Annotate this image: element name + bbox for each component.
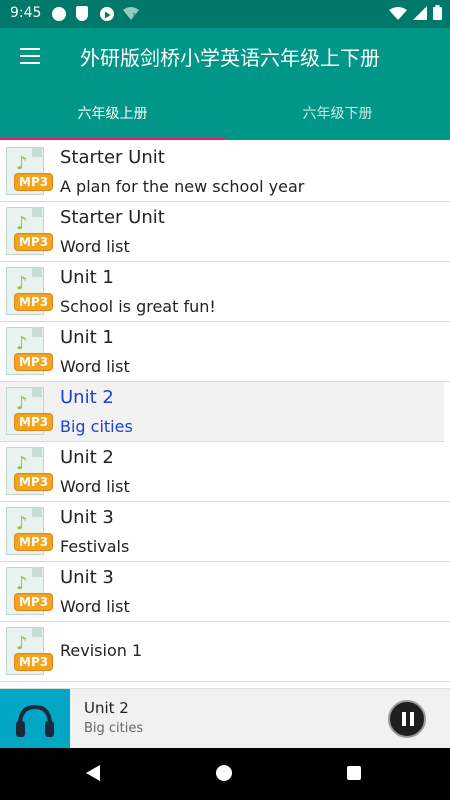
- recent-apps-icon[interactable]: [347, 766, 361, 780]
- menu-icon[interactable]: [20, 48, 40, 64]
- wifi-icon: [389, 6, 407, 20]
- player-track-subtitle: Big cities: [84, 721, 144, 736]
- item-title: Revision 1: [60, 641, 143, 660]
- cell-signal-icon: [413, 5, 427, 20]
- home-icon[interactable]: [216, 765, 232, 781]
- list-item[interactable]: ♪ MP3 Starter Unit A plan for the new sch…: [0, 142, 450, 202]
- mp3-file-icon: ♪ MP3: [4, 567, 56, 615]
- app-bar: 外研版剑桥小学英语六年级上下册: [0, 28, 450, 88]
- item-subtitle: Word list: [60, 237, 130, 256]
- item-title: Starter Unit: [60, 207, 165, 228]
- system-nav-bar: [0, 748, 450, 800]
- mp3-file-icon: ♪ MP3: [4, 267, 56, 315]
- list-item[interactable]: ♪ MP3 Unit 3 Festivals: [0, 502, 450, 562]
- player-track-title: Unit 2: [84, 699, 129, 717]
- status-bar: 9:45 ?: [0, 0, 450, 28]
- tab-grade6-vol2[interactable]: 六年级下册: [225, 88, 450, 140]
- play-notification-icon: [100, 7, 114, 21]
- back-icon[interactable]: [86, 765, 100, 781]
- list-item[interactable]: ♪ MP3 Unit 2 Word list: [0, 442, 450, 502]
- headphones-icon: [0, 689, 70, 749]
- item-title: Unit 3: [60, 507, 114, 528]
- mp3-file-icon: ♪ MP3: [4, 147, 56, 195]
- shield-icon: [76, 6, 88, 21]
- item-subtitle: Festivals: [60, 537, 130, 556]
- mp3-file-icon: ♪ MP3: [4, 627, 56, 675]
- item-subtitle: Word list: [60, 477, 130, 496]
- page-title: 外研版剑桥小学英语六年级上下册: [80, 46, 380, 70]
- item-subtitle: School is great fun!: [60, 297, 216, 316]
- item-title: Starter Unit: [60, 147, 165, 168]
- list-item[interactable]: ♪ MP3 Unit 1 School is great fun!: [0, 262, 450, 322]
- item-subtitle: A plan for the new school year: [60, 177, 305, 196]
- list-item[interactable]: ♪ MP3 Unit 1 Word list: [0, 322, 450, 382]
- list-item[interactable]: ♪ MP3 Unit 3 Word list: [0, 562, 450, 622]
- item-title: Unit 2: [60, 387, 114, 408]
- list-item[interactable]: ♪ MP3 Revision 1: [0, 622, 450, 682]
- item-title: Unit 1: [60, 267, 114, 288]
- mp3-file-icon: ♪ MP3: [4, 387, 56, 435]
- wifi-question-icon: ?: [123, 7, 139, 20]
- list-item[interactable]: ♪ MP3 Starter Unit Word list: [0, 202, 450, 262]
- item-subtitle: Word list: [60, 357, 130, 376]
- status-time: 9:45: [10, 5, 42, 21]
- tab-indicator: [0, 138, 225, 140]
- mp3-file-icon: ♪ MP3: [4, 507, 56, 555]
- item-title: Unit 1: [60, 327, 114, 348]
- tab-grade6-vol1[interactable]: 六年级上册: [0, 88, 225, 140]
- item-title: Unit 3: [60, 567, 114, 588]
- item-subtitle: Big cities: [60, 417, 133, 436]
- item-title: Unit 2: [60, 447, 114, 468]
- mp3-file-icon: ♪ MP3: [4, 207, 56, 255]
- pause-icon: [402, 712, 406, 726]
- mini-player[interactable]: Unit 2 Big cities: [0, 688, 450, 749]
- list-item-selected[interactable]: ♪ MP3 Unit 2 Big cities: [0, 382, 444, 442]
- track-list[interactable]: ♪ MP3 Starter Unit A plan for the new sch…: [0, 142, 450, 688]
- svg-text:?: ?: [132, 12, 136, 20]
- mp3-file-icon: ♪ MP3: [4, 327, 56, 375]
- circle-notification-icon: [52, 7, 66, 21]
- item-subtitle: Word list: [60, 597, 130, 616]
- mp3-file-icon: ♪ MP3: [4, 447, 56, 495]
- battery-icon: [433, 5, 442, 20]
- pause-button[interactable]: [388, 700, 426, 738]
- tab-bar: 六年级上册 六年级下册: [0, 88, 450, 140]
